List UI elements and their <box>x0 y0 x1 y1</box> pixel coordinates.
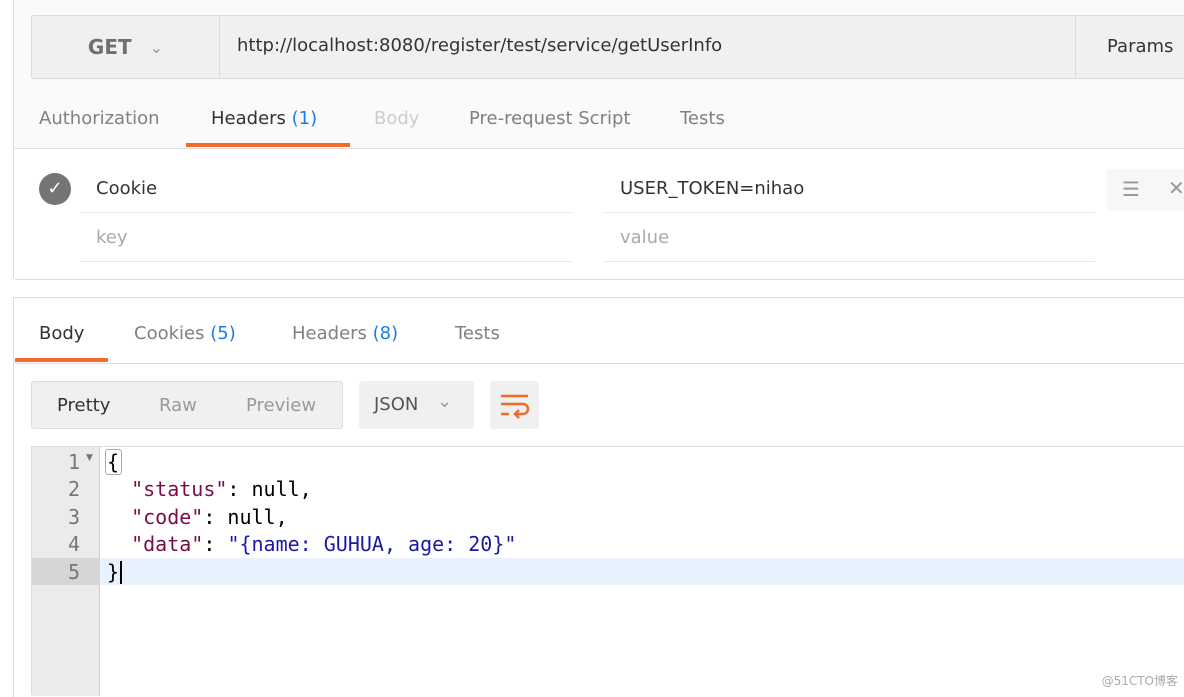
tab-label: Cookies <box>134 323 205 344</box>
checkmark-icon[interactable]: ✓ <box>39 173 71 205</box>
tab-label: Headers <box>292 323 367 344</box>
response-tab-tests[interactable]: Tests <box>455 323 500 344</box>
response-tab-body[interactable]: Body <box>39 323 84 344</box>
code-line: "status": null, <box>107 475 312 503</box>
tab-count: (8) <box>372 323 399 344</box>
url-input[interactable]: http://localhost:8080/register/test/serv… <box>237 35 722 56</box>
header-key-input[interactable]: Cookie <box>80 164 572 213</box>
view-raw-button[interactable]: Raw <box>159 395 197 416</box>
code-token: "{name: GUHUA, age: 20}" <box>227 532 517 556</box>
response-body-editor[interactable]: 1{2 "status": null, 3 "code": null, 4 "dat… <box>31 446 1184 696</box>
code-token: : <box>203 532 228 556</box>
active-line <box>100 558 1184 585</box>
view-preview-button[interactable]: Preview <box>246 395 316 416</box>
tab-label: Headers <box>211 108 286 129</box>
response-tab-headers[interactable]: Headers (8) <box>292 323 398 344</box>
tab-pre-request-script[interactable]: Pre-request Script <box>469 108 630 129</box>
line-number: 2 <box>67 477 80 501</box>
params-button[interactable]: Params <box>1075 16 1173 78</box>
wrap-lines-button[interactable] <box>490 381 539 429</box>
code-line: "code": null, <box>107 503 288 531</box>
chevron-down-icon: ⌄ <box>149 37 164 57</box>
view-mode-toggle: Pretty Raw Preview <box>31 381 343 429</box>
method-select[interactable]: GET ⌄ <box>32 16 220 78</box>
bracket-match <box>105 449 122 475</box>
tab-count: (5) <box>210 323 236 344</box>
code-token: : null, <box>227 477 312 501</box>
active-tab-indicator <box>15 358 108 362</box>
line-number: 3 <box>67 504 80 529</box>
chevron-down-icon: ⌄ <box>437 391 453 412</box>
line-number: 5 <box>67 559 80 584</box>
line-number: 4 <box>67 532 80 556</box>
line-number: 1 <box>67 449 80 474</box>
format-select[interactable]: JSON ⌄ <box>359 381 474 429</box>
code-line: } <box>107 558 119 586</box>
url-bar: GET ⌄ http://localhost:8080/register/test… <box>31 15 1184 79</box>
new-key-input[interactable]: key <box>80 213 572 262</box>
tab-tests[interactable]: Tests <box>680 108 725 129</box>
wrap-icon <box>501 394 530 419</box>
code-token: "status" <box>131 477 228 501</box>
active-tab-indicator <box>186 143 350 147</box>
drag-handle-icon[interactable]: ☰ <box>1122 177 1140 201</box>
header-value-input[interactable]: USER_TOKEN=nihao <box>604 164 1095 213</box>
divider <box>14 363 1184 364</box>
code-token: "code" <box>131 504 204 529</box>
tab-count: (1) <box>291 108 318 129</box>
fold-arrow-icon[interactable]: ▼ <box>86 453 93 463</box>
text-cursor <box>120 561 122 584</box>
new-value-input[interactable]: value <box>604 213 1095 262</box>
code-line: "data": "{name: GUHUA, age: 20}" <box>107 530 516 558</box>
code-token: } <box>107 559 120 584</box>
method-label: GET <box>87 35 132 59</box>
tab-body: Body <box>374 108 420 129</box>
code-token: "data" <box>131 532 204 556</box>
response-tab-cookies[interactable]: Cookies (5) <box>134 323 236 344</box>
watermark: @51CTO博客 <box>1101 674 1178 688</box>
format-label: JSON <box>374 394 419 415</box>
view-pretty-button[interactable]: Pretty <box>57 395 110 416</box>
close-icon[interactable]: ✕ <box>1168 176 1184 200</box>
tab-authorization[interactable]: Authorization <box>39 108 160 129</box>
code-token: : null, <box>203 504 288 529</box>
row-actions: ☰ ✕ <box>1106 169 1184 211</box>
tab-headers[interactable]: Headers (1) <box>211 108 317 129</box>
